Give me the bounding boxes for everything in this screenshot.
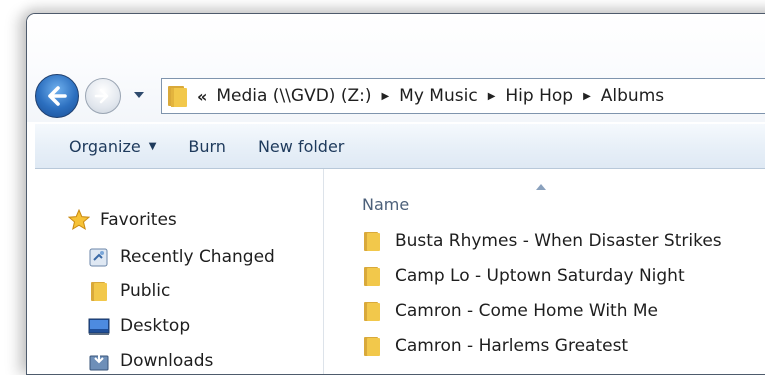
nav-item-downloads[interactable]: Downloads [88,350,213,372]
back-button[interactable] [35,74,79,118]
recent-places-icon [89,248,108,267]
nav-item-label: Downloads [120,351,214,371]
breadcrumb-separator-icon[interactable]: ▶ [488,91,496,102]
recent-pages-button[interactable] [133,89,145,101]
folder-icon [364,232,380,251]
file-list-pane: Name Busta Rhymes - When Disaster Strike… [324,169,765,374]
nav-item-label: Desktop [120,316,191,336]
chevron-down-icon [134,92,144,98]
organize-label: Organize [69,136,141,156]
burn-button[interactable]: Burn [172,137,242,156]
nav-item-public[interactable]: Public [88,280,170,302]
folder-icon [168,86,187,107]
address-bar[interactable]: « Media (\\GVD) (Z:) ▶ My Music ▶ Hip Ho… [161,78,765,114]
list-item-label: Busta Rhymes - When Disaster Strikes [395,231,722,251]
folder-icon [364,267,380,286]
breadcrumb-albums[interactable]: Albums [601,86,664,106]
folder-icon [364,302,380,321]
list-item[interactable]: Camron - Harlems Greatest [361,335,628,357]
folder-icon [364,337,380,356]
organize-button[interactable]: Organize ▼ [35,137,172,156]
new-folder-button[interactable]: New folder [242,137,360,156]
desktop-icon [88,318,110,335]
nav-favorites[interactable]: Favorites [68,209,177,231]
breadcrumb-hip-hop[interactable]: Hip Hop [505,86,573,106]
folder-icon [91,282,107,301]
overflow-crumbs-button[interactable]: « [197,87,207,106]
nav-item-recently-changed[interactable]: Recently Changed [88,246,275,268]
star-icon [68,209,90,231]
breadcrumb-separator-icon[interactable]: ▶ [583,91,591,102]
list-item[interactable]: Busta Rhymes - When Disaster Strikes [361,230,722,252]
list-item-label: Camp Lo - Uptown Saturday Night [395,266,685,286]
forward-button[interactable] [85,78,121,114]
navigation-pane: Favorites Recently Changed Public Deskto… [36,169,322,374]
new-folder-label: New folder [257,136,345,156]
list-item[interactable]: Camp Lo - Uptown Saturday Night [361,265,685,287]
breadcrumb-separator-icon[interactable]: ▶ [381,91,389,102]
back-arrow-icon [48,86,67,106]
list-item[interactable]: Camron - Come Home With Me [361,300,658,322]
breadcrumb-drive[interactable]: Media (\\GVD) (Z:) [216,86,371,106]
burn-label: Burn [188,136,226,156]
nav-item-desktop[interactable]: Desktop [88,315,190,337]
command-bar: Organize ▼ Burn New folder [35,124,765,169]
forward-arrow-icon [94,88,109,104]
list-item-label: Camron - Harlems Greatest [395,336,629,356]
nav-item-label: Recently Changed [120,247,275,267]
nav-item-label: Public [120,281,171,301]
sort-ascending-icon [536,184,546,190]
column-header-name[interactable]: Name [362,195,409,214]
list-item-label: Camron - Come Home With Me [395,301,659,321]
chevron-down-icon: ▼ [148,140,157,152]
nav-favorites-label: Favorites [100,210,177,230]
explorer-window: « Media (\\GVD) (Z:) ▶ My Music ▶ Hip Ho… [26,13,765,375]
breadcrumb-my-music[interactable]: My Music [399,86,478,106]
downloads-icon [89,352,109,371]
